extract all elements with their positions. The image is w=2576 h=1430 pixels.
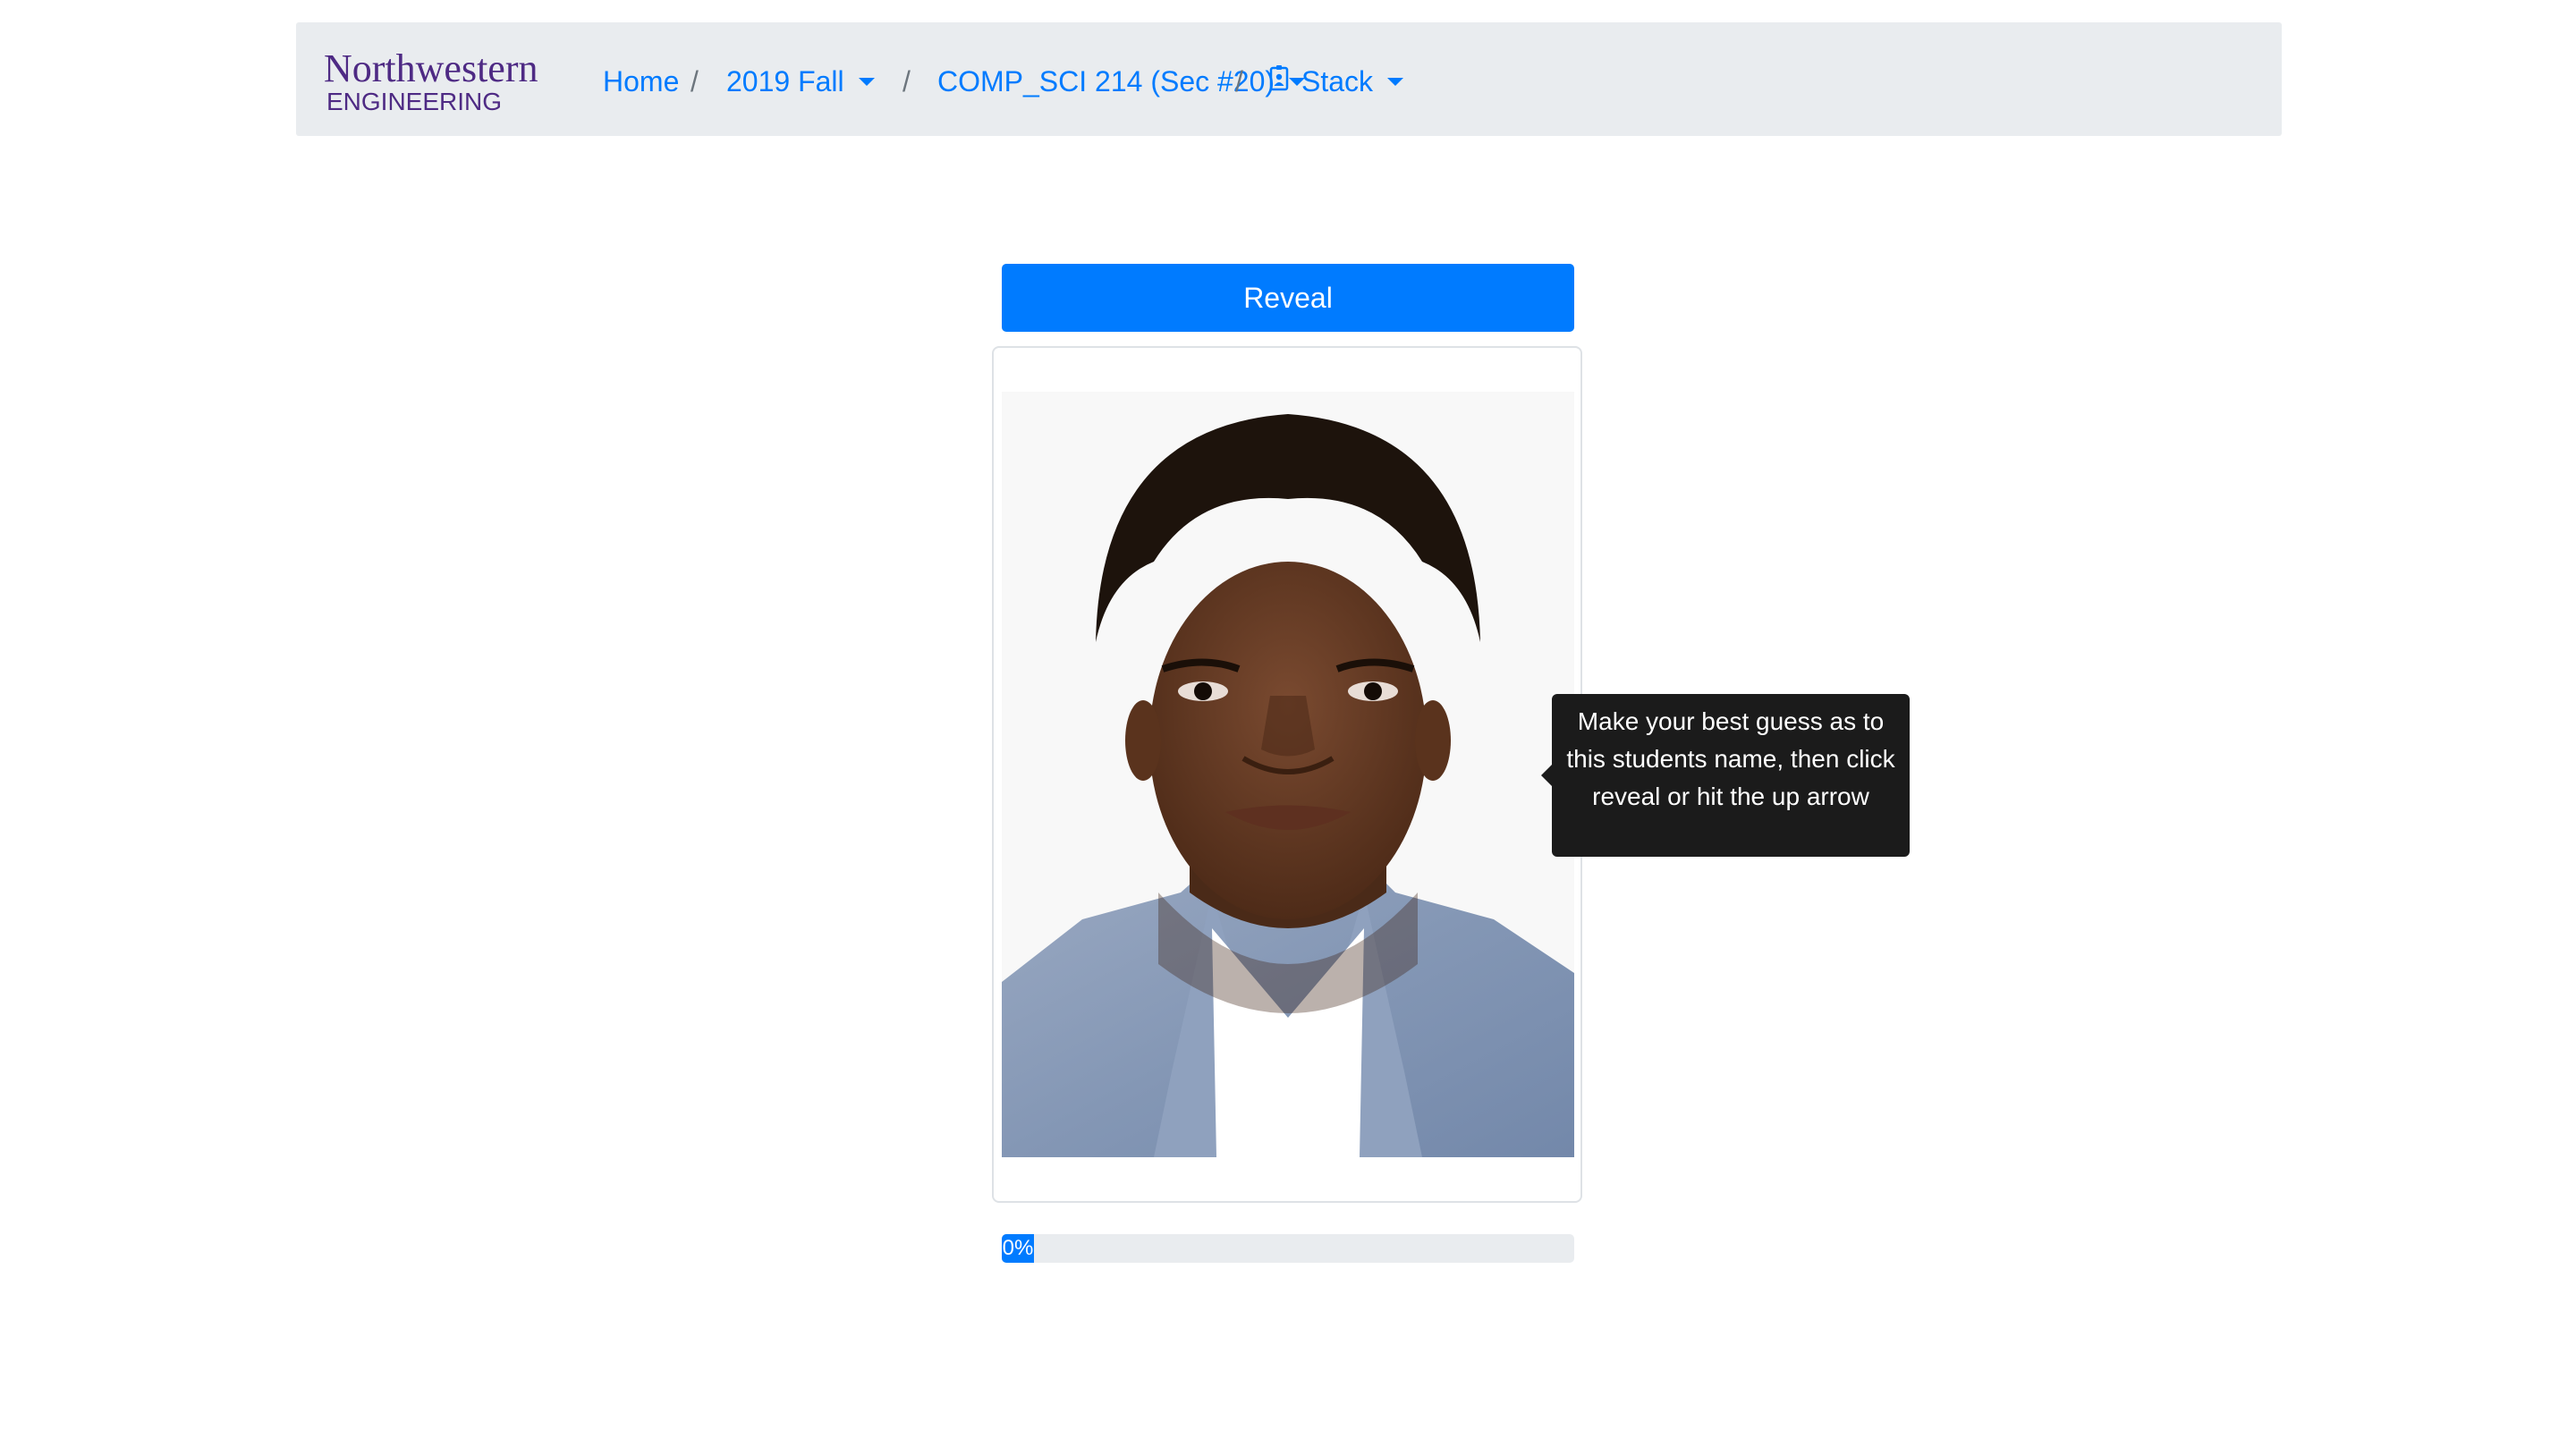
progress-bar: 0%	[1002, 1234, 1034, 1263]
breadcrumb-stack-label: Stack	[1301, 65, 1374, 97]
tooltip-text: Make your best guess as to this students…	[1566, 707, 1895, 810]
caret-down-icon	[1387, 78, 1404, 87]
breadcrumb-course-label: COMP_SCI 214 (Sec #20)	[937, 65, 1275, 97]
breadcrumb-stack-dropdown[interactable]: Stack	[1269, 60, 1404, 103]
breadcrumb-separator: /	[691, 65, 699, 97]
logo-subtitle: ENGINEERING	[326, 88, 503, 115]
breadcrumb-home-link[interactable]: Home	[603, 60, 679, 103]
progress-track: 0%	[1002, 1234, 1574, 1263]
id-badge-icon	[1269, 60, 1289, 103]
logo-wordmark: Northwestern	[324, 47, 538, 90]
guess-hint-tooltip: Make your best guess as to this students…	[1541, 694, 1910, 857]
breadcrumb-term-dropdown[interactable]: 2019 Fall	[726, 60, 875, 103]
breadcrumb-course-dropdown[interactable]: COMP_SCI 214 (Sec #20)	[937, 60, 1306, 103]
student-photo	[1002, 392, 1574, 1157]
breadcrumb-separator: /	[902, 65, 911, 97]
reveal-button[interactable]: Reveal	[1002, 264, 1574, 332]
northwestern-engineering-logo[interactable]: Northwestern ENGINEERING	[324, 47, 553, 115]
top-navbar: Northwestern ENGINEERING Home / 2019 Fal…	[296, 22, 2282, 136]
caret-down-icon	[858, 78, 875, 87]
breadcrumb-term-label: 2019 Fall	[726, 65, 844, 97]
breadcrumb-separator: /	[1235, 65, 1243, 97]
tooltip-arrow	[1541, 765, 1552, 786]
